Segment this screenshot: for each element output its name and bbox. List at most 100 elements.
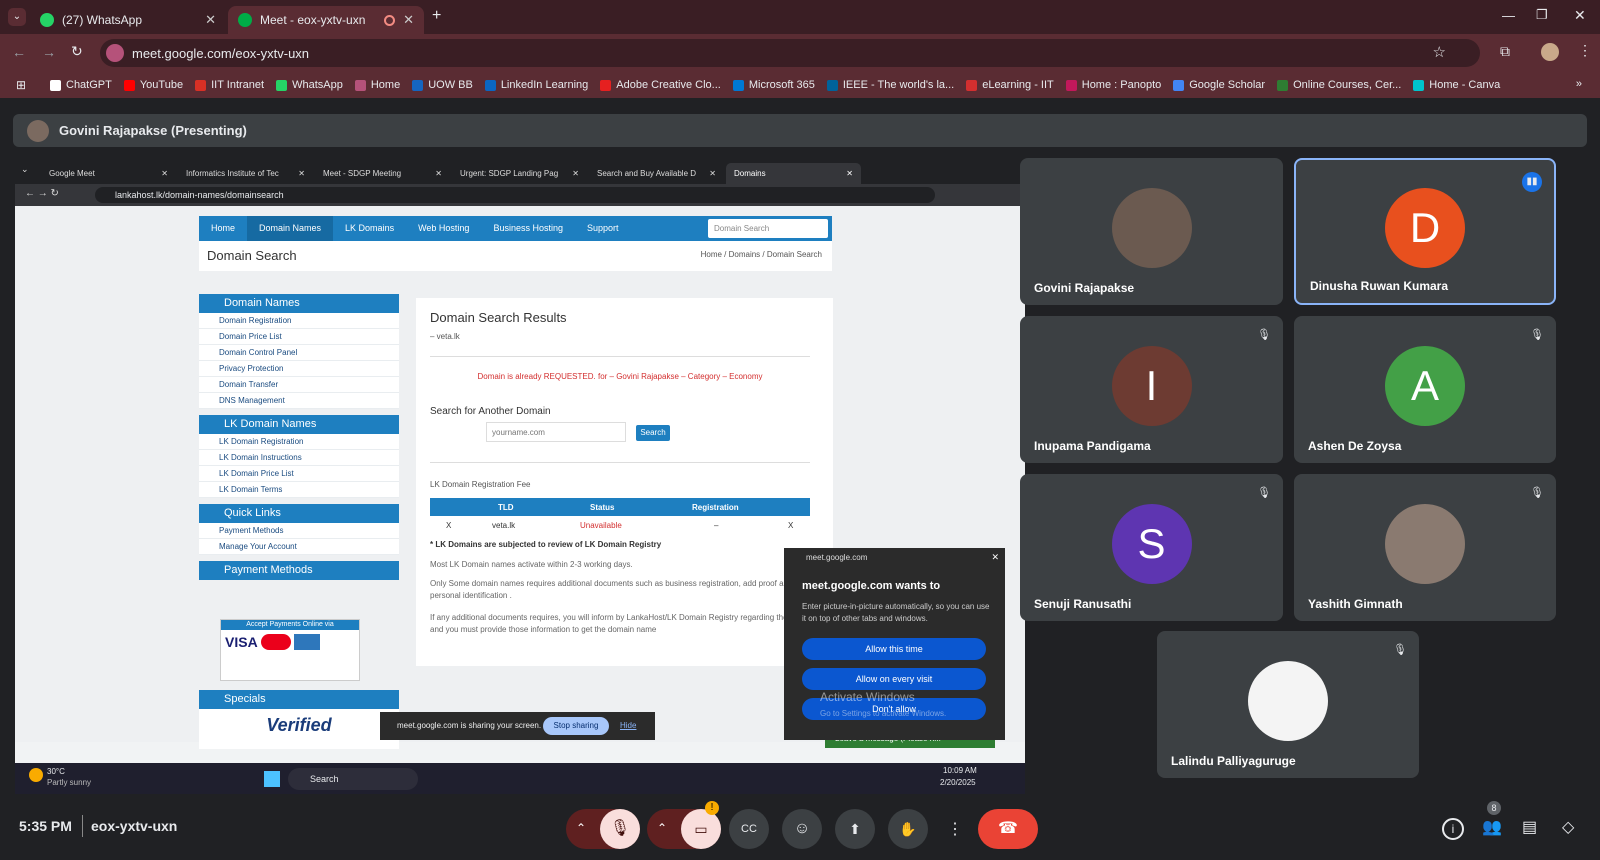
page-title: Domain Search [207,248,297,263]
sidebar-link: Payment Methods [199,523,399,539]
bookmark-item[interactable]: Google Scholar [1173,79,1265,91]
breadcrumb: Home / Domains / Domain Search [700,250,822,259]
bookmark-item[interactable]: WhatsApp [276,79,343,91]
documents-note: Only Some domain names requires addition… [430,579,793,600]
bookmark-item[interactable]: LinkedIn Learning [484,79,588,91]
bookmark-star-icon[interactable]: ☆ [1433,43,1446,61]
browser-tab-whatsapp[interactable]: (27) WhatsApp ✕ [30,6,226,34]
mic-options-icon[interactable]: ⌃ [576,821,586,835]
participant-tile[interactable]: Govini Rajapakse [1020,158,1283,305]
review-note: * LK Domains are subjected to review of … [430,540,662,549]
site-nav-item: Domain Names [247,216,334,241]
pip-permission-popup: meet.google.com ✕ meet.google.com wants … [784,548,1005,740]
browser-tab-meet[interactable]: Meet - eox-yxtv-uxn ✕ [228,6,424,34]
participant-tile[interactable]: 🎙 Yashith Gimnath [1294,474,1556,621]
close-icon: ✕ [846,169,853,178]
shared-tab-label: Informatics Institute of Tec [186,169,279,178]
hide-button: Hide [620,721,637,730]
captions-icon[interactable]: CC [729,809,769,849]
participant-tile[interactable]: S 🎙 Senuji Ranusathi [1020,474,1283,621]
bookmark-icon [1065,79,1077,91]
site-info-icon[interactable] [106,44,124,62]
participant-tile[interactable]: A 🎙 Ashen De Zoysa [1294,316,1556,463]
participant-name: Lalindu Palliyaguruge [1171,754,1296,768]
meeting-time: 5:35 PM [19,818,72,834]
participant-tile[interactable]: I 🎙 Inupama Pandigama [1020,316,1283,463]
bookmark-label: Home [370,79,401,91]
profile-avatar[interactable] [1541,43,1559,61]
camera-options-icon[interactable]: ⌃ [657,821,667,835]
mic-off-icon[interactable]: 🎙 [600,809,640,849]
forward-icon[interactable]: → [42,44,56,60]
site-sidebar: Domain Names Domain Registration Domain Pr… [199,294,399,586]
sharing-text: meet.google.com is sharing your screen. [397,721,542,730]
url-text: meet.google.com/eox-yxtv-uxn [132,45,310,61]
sidebar-link: DNS Management [199,393,399,409]
bookmark-item[interactable]: Home - Canva [1413,79,1500,91]
present-icon[interactable]: ⬆ [835,809,875,849]
more-bookmarks-icon[interactable]: » [1576,78,1582,90]
recording-icon [384,14,396,26]
more-options-icon[interactable]: ⋮ [941,809,969,849]
bookmark-item[interactable]: ChatGPT [50,79,112,91]
bookmark-item[interactable]: Home [354,79,401,91]
camera-off-icon[interactable]: ▭ [681,809,721,849]
mic-muted-icon: 🎙 [1530,329,1544,341]
sidebar-head: Specials [199,690,399,709]
presenter-label: Govini Rajapakse (Presenting) [59,123,247,138]
bookmark-item[interactable]: Online Courses, Cer... [1277,79,1401,91]
activities-icon[interactable]: ◇ [1562,817,1574,837]
bookmark-label: Adobe Creative Clo... [616,79,721,91]
menu-icon[interactable]: ⋮ [1578,42,1592,59]
site-nav-item: Support [586,223,619,233]
sidebar-link: Domain Transfer [199,377,399,393]
sidebar-link: Domain Price List [199,329,399,345]
info-icon[interactable]: i [1442,818,1464,840]
new-tab-icon[interactable]: + [432,7,441,25]
close-icon: ✕ [572,169,579,178]
bookmark-item[interactable]: Microsoft 365 [732,79,815,91]
shared-tab-label: Search and Buy Available D [597,169,697,178]
bookmark-item[interactable]: eLearning - IIT [966,79,1054,91]
mic-muted-icon: 🎙 [1393,644,1407,656]
bookmark-item[interactable]: IEEE - The world's la... [826,79,954,91]
bookmark-item[interactable]: YouTube [123,79,184,91]
bookmark-label: YouTube [139,79,184,91]
reload-icon[interactable]: ↻ [71,43,83,60]
meeting-code: eox-yxtv-uxn [91,818,178,834]
visa-mastercard-logos: VISA [221,630,359,654]
pip-description: Enter picture-in-picture automatically, … [802,602,990,623]
chat-icon[interactable]: ▤ [1522,817,1537,837]
extensions-icon[interactable]: ⧉ [1500,43,1510,60]
window-close-icon[interactable]: ✕ [1574,7,1586,24]
search-another-label: Search for Another Domain [430,406,551,417]
results-title: Domain Search Results [430,310,567,325]
close-icon[interactable]: ✕ [205,12,216,28]
bookmark-item[interactable]: UOW BB [412,79,473,91]
bookmark-label: UOW BB [428,79,473,91]
leave-call-button[interactable]: ☎ [978,809,1038,849]
apps-grid-icon[interactable]: ⊞ [16,78,26,92]
bookmark-item[interactable]: Home : Panopto [1065,79,1161,91]
allow-every-visit-button: Allow on every visit [802,668,986,690]
emoji-icon[interactable]: ☺ [782,809,822,849]
url-bar[interactable]: meet.google.com/eox-yxtv-uxn ☆ [100,39,1480,67]
mic-muted-icon: 🎙 [1530,487,1544,499]
participant-avatar [1385,503,1465,584]
people-icon[interactable]: 👥 [1482,817,1502,837]
bookmark-item[interactable]: Adobe Creative Clo... [600,79,721,91]
bookmark-icon [600,79,612,91]
minimize-icon[interactable]: — [1502,8,1515,23]
raise-hand-icon[interactable]: ✋ [888,809,928,849]
close-icon[interactable]: ✕ [403,12,414,28]
bookmark-item[interactable]: IIT Intranet [195,79,264,91]
participant-avatar [1111,187,1192,268]
participant-tile[interactable]: 🎙 Lalindu Palliyaguruge [1157,631,1419,778]
participant-tile[interactable]: D ▮▮ Dinusha Ruwan Kumara [1294,158,1556,305]
maximize-icon[interactable]: ❐ [1536,7,1548,23]
bookmark-icon [1173,79,1185,91]
tab-search-icon[interactable]: ⌄ [8,8,26,26]
back-icon[interactable]: ← [12,44,26,60]
bookmark-icon [195,79,207,91]
fee-table-header: TLD Status Registration [430,498,810,516]
